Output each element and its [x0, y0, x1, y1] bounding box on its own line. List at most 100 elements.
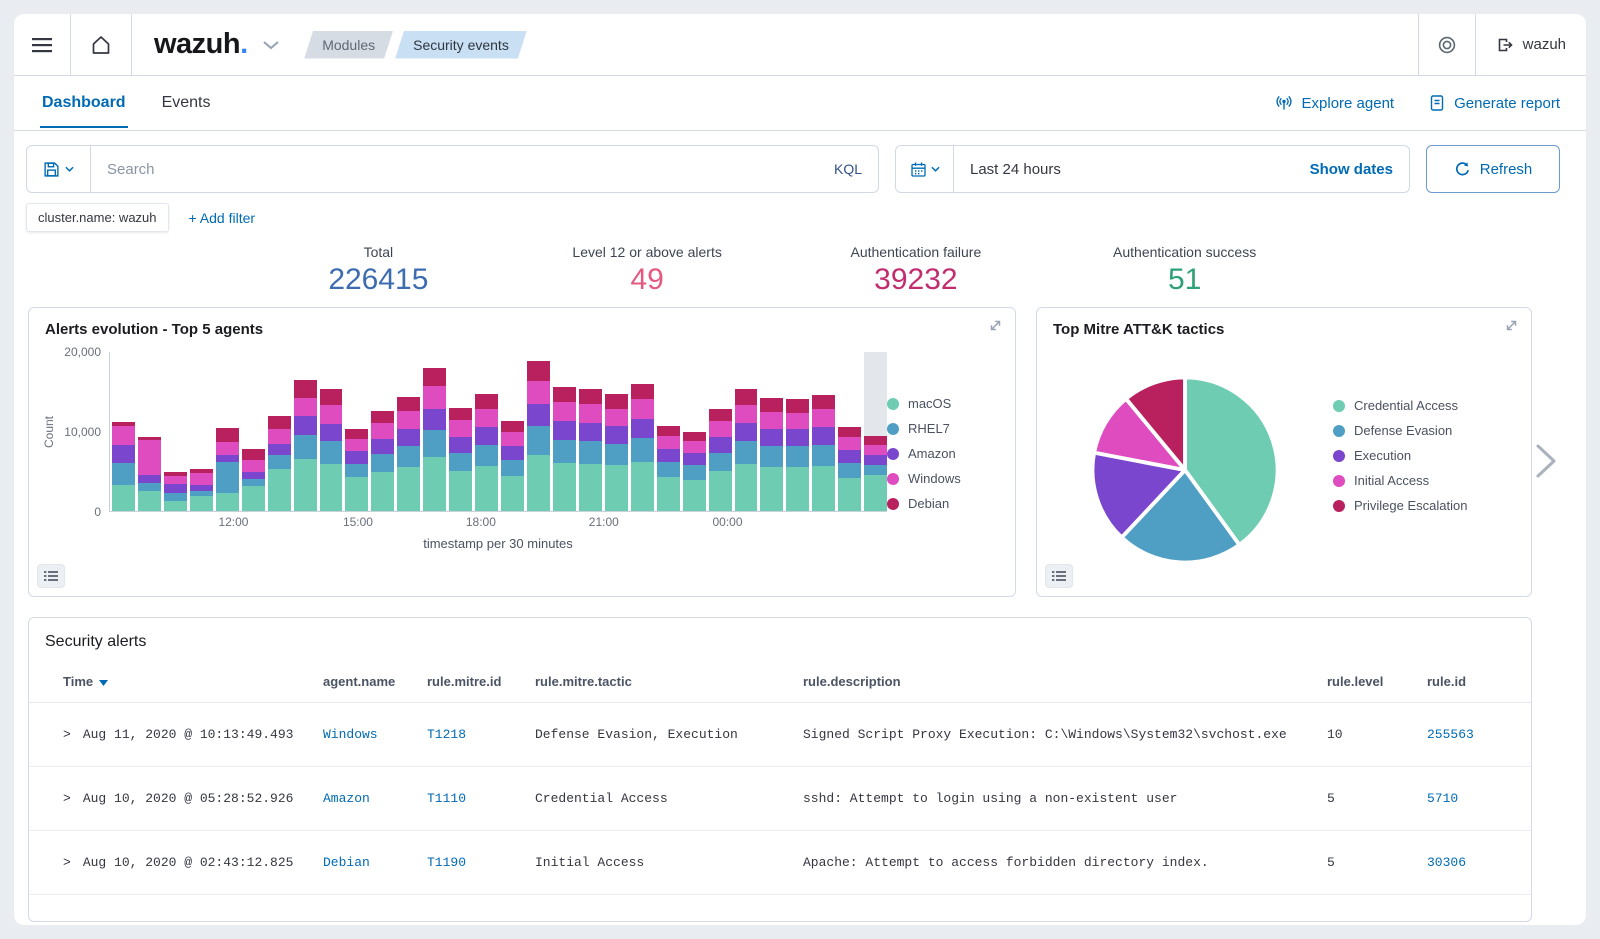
bar-segment-debian[interactable] — [423, 368, 446, 386]
bar-column[interactable] — [501, 352, 524, 511]
mitre-id-link[interactable]: T1218 — [427, 727, 466, 742]
filter-pill[interactable]: cluster.name: wazuh — [26, 203, 169, 232]
bar-segment-rhel7[interactable] — [216, 462, 239, 492]
bar-segment-debian[interactable] — [501, 421, 524, 431]
bar-column[interactable] — [397, 352, 420, 511]
bar-column[interactable] — [242, 352, 265, 511]
bar-segment-macos[interactable] — [216, 493, 239, 511]
bar-column[interactable] — [164, 352, 187, 511]
agent-link[interactable]: Debian — [323, 855, 370, 870]
bar-column[interactable] — [320, 352, 343, 511]
bar-segment-amazon[interactable] — [397, 429, 420, 446]
bar-segment-debian[interactable] — [345, 429, 368, 439]
bar-segment-rhel7[interactable] — [657, 462, 680, 477]
bar-column[interactable] — [579, 352, 602, 511]
bar-segment-amazon[interactable] — [320, 424, 343, 442]
home-button[interactable] — [71, 14, 131, 75]
bar-segment-rhel7[interactable] — [138, 483, 161, 491]
column-header-rule-mitre-id[interactable]: rule.mitre.id — [419, 661, 527, 703]
tab-events[interactable]: Events — [160, 78, 213, 128]
bar-segment-debian[interactable] — [242, 449, 265, 459]
bar-segment-debian[interactable] — [657, 426, 680, 436]
bar-column[interactable] — [864, 352, 887, 511]
refresh-button[interactable]: Refresh — [1426, 145, 1560, 193]
bar-segment-macos[interactable] — [371, 472, 394, 511]
bar-column[interactable] — [345, 352, 368, 511]
bar-segment-windows[interactable] — [294, 398, 317, 416]
bar-segment-windows[interactable] — [345, 439, 368, 451]
bar-segment-debian[interactable] — [812, 395, 835, 409]
show-dates-button[interactable]: Show dates — [1310, 161, 1409, 178]
bar-segment-rhel7[interactable] — [294, 435, 317, 459]
bar-segment-macos[interactable] — [294, 459, 317, 511]
bar-segment-macos[interactable] — [112, 485, 135, 511]
app-switcher-button[interactable] — [262, 40, 280, 50]
bar-segment-debian[interactable] — [838, 427, 861, 437]
bar-segment-debian[interactable] — [709, 409, 732, 421]
inspect-panel-button[interactable] — [37, 564, 65, 588]
bar-segment-windows[interactable] — [138, 440, 161, 475]
bar-segment-windows[interactable] — [268, 429, 291, 443]
bar-column[interactable] — [709, 352, 732, 511]
user-menu-button[interactable]: wazuh — [1476, 36, 1586, 54]
bar-column[interactable] — [760, 352, 783, 511]
bar-segment-amazon[interactable] — [371, 439, 394, 454]
bar-segment-windows[interactable] — [812, 409, 835, 427]
bar-segment-macos[interactable] — [735, 464, 758, 511]
bar-segment-amazon[interactable] — [812, 427, 835, 445]
legend-item-amazon[interactable]: Amazon — [887, 446, 1005, 461]
bar-segment-amazon[interactable] — [449, 437, 472, 453]
bar-segment-debian[interactable] — [735, 389, 758, 404]
bar-segment-windows[interactable] — [683, 441, 706, 454]
bar-segment-macos[interactable] — [397, 467, 420, 511]
bar-segment-rhel7[interactable] — [320, 441, 343, 463]
bar-segment-amazon[interactable] — [553, 421, 576, 439]
search-input[interactable] — [91, 161, 818, 178]
bar-column[interactable] — [605, 352, 628, 511]
bar-segment-amazon[interactable] — [423, 409, 446, 431]
mitre-id-link[interactable]: T1110 — [427, 791, 466, 806]
bar-segment-macos[interactable] — [423, 457, 446, 511]
calendar-menu-button[interactable] — [896, 146, 954, 192]
bar-segment-macos[interactable] — [760, 467, 783, 511]
column-header-rule-id[interactable]: rule.id — [1419, 661, 1531, 703]
bar-segment-windows[interactable] — [164, 476, 187, 484]
bar-segment-rhel7[interactable] — [371, 454, 394, 472]
bar-column[interactable] — [527, 352, 550, 511]
bar-segment-rhel7[interactable] — [735, 441, 758, 463]
bar-segment-windows[interactable] — [864, 445, 887, 455]
rule-id-link[interactable]: 255563 — [1427, 727, 1474, 742]
bar-segment-macos[interactable] — [501, 476, 524, 511]
row-expand-button[interactable]: > — [63, 727, 71, 742]
bar-segment-debian[interactable] — [449, 408, 472, 420]
row-expand-button[interactable]: > — [63, 791, 71, 806]
generate-report-button[interactable]: Generate report — [1428, 94, 1560, 112]
bar-segment-macos[interactable] — [553, 463, 576, 511]
bar-segment-amazon[interactable] — [475, 427, 498, 445]
bar-segment-amazon[interactable] — [527, 404, 550, 426]
bar-segment-macos[interactable] — [268, 469, 291, 511]
breadcrumb-modules[interactable]: Modules — [304, 31, 393, 59]
bar-segment-windows[interactable] — [838, 437, 861, 451]
bar-column[interactable] — [449, 352, 472, 511]
bar-segment-windows[interactable] — [475, 409, 498, 427]
bar-segment-rhel7[interactable] — [605, 444, 628, 466]
bar-column[interactable] — [553, 352, 576, 511]
bar-segment-windows[interactable] — [397, 411, 420, 429]
bar-segment-macos[interactable] — [449, 471, 472, 511]
inspect-panel-button[interactable] — [1045, 564, 1073, 588]
bar-segment-debian[interactable] — [864, 436, 887, 445]
bar-segment-rhel7[interactable] — [683, 465, 706, 479]
bar-segment-amazon[interactable] — [138, 475, 161, 483]
bar-segment-amazon[interactable] — [760, 429, 783, 446]
column-header-agent-name[interactable]: agent.name — [315, 661, 419, 703]
bar-segment-debian[interactable] — [631, 384, 654, 399]
legend-item-initial-access[interactable]: Initial Access — [1333, 473, 1493, 488]
bar-segment-rhel7[interactable] — [242, 479, 265, 486]
bar-segment-amazon[interactable] — [631, 419, 654, 438]
agent-link[interactable]: Amazon — [323, 791, 370, 806]
bar-segment-macos[interactable] — [838, 478, 861, 511]
bar-segment-amazon[interactable] — [864, 455, 887, 465]
bar-segment-macos[interactable] — [709, 471, 732, 511]
bar-segment-debian[interactable] — [320, 389, 343, 405]
